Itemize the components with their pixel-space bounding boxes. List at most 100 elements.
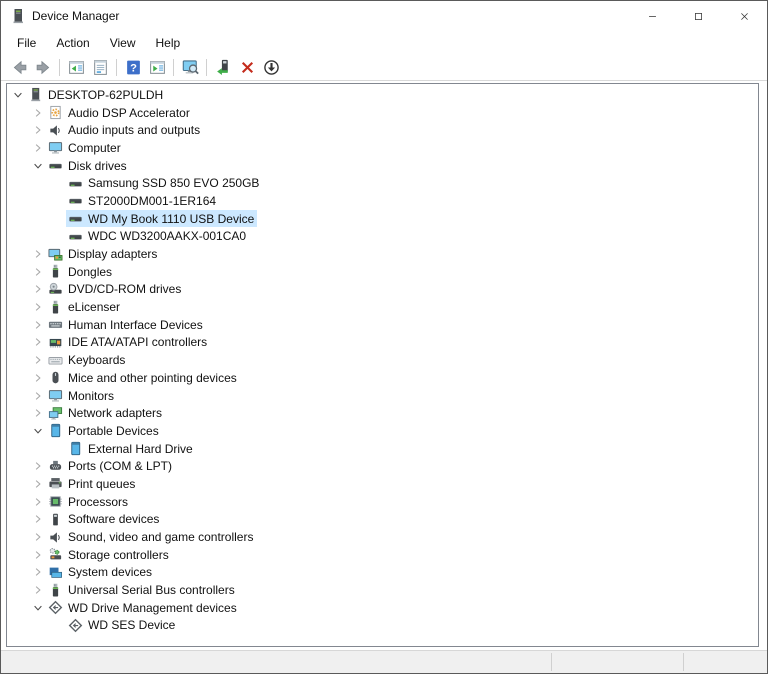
tree-item-content[interactable]: Samsung SSD 850 EVO 250GB bbox=[66, 175, 262, 192]
tree-item[interactable]: Ports (COM & LPT) bbox=[7, 457, 758, 475]
tree-item-content[interactable]: Dongles bbox=[46, 263, 115, 280]
expander-toggle[interactable] bbox=[29, 511, 46, 527]
expander-toggle[interactable] bbox=[9, 87, 26, 103]
expander-toggle[interactable] bbox=[29, 158, 46, 174]
tree-item[interactable]: IDE ATA/ATAPI controllers bbox=[7, 334, 758, 352]
tree-item-content[interactable]: Ports (COM & LPT) bbox=[46, 458, 175, 475]
tree-item-content[interactable]: Portable Devices bbox=[46, 422, 162, 439]
tree-item[interactable]: System devices bbox=[7, 564, 758, 582]
expander-toggle[interactable] bbox=[29, 122, 46, 138]
tree-item[interactable]: Portable Devices bbox=[7, 422, 758, 440]
tree-item[interactable]: Dongles bbox=[7, 263, 758, 281]
tree-item-content[interactable]: Sound, video and game controllers bbox=[46, 529, 256, 546]
tree-item-content[interactable]: Software devices bbox=[46, 511, 162, 528]
tree-item[interactable]: Network adapters bbox=[7, 404, 758, 422]
tree-item[interactable]: Disk drives bbox=[7, 157, 758, 175]
tree-item-content[interactable]: WD SES Device bbox=[66, 617, 178, 634]
maximize-button[interactable] bbox=[675, 1, 721, 31]
tree-item[interactable]: Human Interface Devices bbox=[7, 316, 758, 334]
expander-toggle[interactable] bbox=[29, 299, 46, 315]
expander-toggle[interactable] bbox=[29, 547, 46, 563]
tree-item-content[interactable]: eLicenser bbox=[46, 299, 123, 316]
tree-item[interactable]: Audio inputs and outputs bbox=[7, 121, 758, 139]
console-tree-button[interactable] bbox=[65, 56, 88, 79]
expander-toggle[interactable] bbox=[29, 494, 46, 510]
tree-item-content[interactable]: DVD/CD-ROM drives bbox=[46, 281, 184, 298]
tree-item-content[interactable]: Monitors bbox=[46, 387, 117, 404]
uninstall-device-button[interactable] bbox=[236, 56, 259, 79]
tree-item-content[interactable]: Keyboards bbox=[46, 352, 128, 369]
forward-button[interactable] bbox=[32, 56, 55, 79]
tree-item[interactable]: ST2000DM001-1ER164 bbox=[7, 192, 758, 210]
tree-item-content[interactable]: DESKTOP-62PULDH bbox=[26, 86, 166, 103]
tree-item-content[interactable]: Audio inputs and outputs bbox=[46, 122, 203, 139]
tree-item[interactable]: Samsung SSD 850 EVO 250GB bbox=[7, 174, 758, 192]
tree-item-content[interactable]: Network adapters bbox=[46, 405, 165, 422]
tree-item[interactable]: Sound, video and game controllers bbox=[7, 528, 758, 546]
expander-toggle[interactable] bbox=[29, 388, 46, 404]
tree-item-content[interactable]: WD Drive Management devices bbox=[46, 599, 240, 616]
tree-item[interactable]: Display adapters bbox=[7, 245, 758, 263]
tree-item[interactable]: DESKTOP-62PULDH bbox=[7, 86, 758, 104]
tree-item[interactable]: Storage controllers bbox=[7, 546, 758, 564]
expander-toggle[interactable] bbox=[29, 476, 46, 492]
tree-item-selected-content[interactable]: WD My Book 1110 USB Device bbox=[66, 210, 257, 227]
tree-item-content[interactable]: IDE ATA/ATAPI controllers bbox=[46, 334, 210, 351]
expander-toggle[interactable] bbox=[29, 458, 46, 474]
tree-item-content[interactable]: Universal Serial Bus controllers bbox=[46, 582, 238, 599]
tree-item[interactable]: Universal Serial Bus controllers bbox=[7, 581, 758, 599]
tree-item[interactable]: Software devices bbox=[7, 511, 758, 529]
tree-item-content[interactable]: Print queues bbox=[46, 475, 138, 492]
tree-item[interactable]: Computer bbox=[7, 139, 758, 157]
expander-toggle[interactable] bbox=[29, 246, 46, 262]
tree-item-content[interactable]: Mice and other pointing devices bbox=[46, 369, 240, 386]
expander-toggle[interactable] bbox=[29, 405, 46, 421]
expander-toggle[interactable] bbox=[29, 529, 46, 545]
tree-item[interactable]: Print queues bbox=[7, 475, 758, 493]
tree-item-content[interactable]: WDC WD3200AAKX-001CA0 bbox=[66, 228, 249, 245]
tree-item-content[interactable]: Processors bbox=[46, 493, 131, 510]
scan-hardware-button[interactable] bbox=[179, 56, 202, 79]
update-driver-button[interactable] bbox=[212, 56, 235, 79]
expander-toggle[interactable] bbox=[29, 264, 46, 280]
tree-item[interactable]: External Hard Drive bbox=[7, 440, 758, 458]
expander-toggle[interactable] bbox=[29, 105, 46, 121]
menu-action[interactable]: Action bbox=[46, 33, 99, 53]
tree-item[interactable]: eLicenser bbox=[7, 298, 758, 316]
expander-toggle[interactable] bbox=[29, 281, 46, 297]
close-button[interactable] bbox=[721, 1, 767, 31]
tree-item-content[interactable]: Audio DSP Accelerator bbox=[46, 104, 193, 121]
menu-help[interactable]: Help bbox=[146, 33, 191, 53]
expander-toggle[interactable] bbox=[29, 370, 46, 386]
help-button[interactable] bbox=[122, 56, 145, 79]
tree-item[interactable]: Processors bbox=[7, 493, 758, 511]
tree-item[interactable]: DVD/CD-ROM drives bbox=[7, 281, 758, 299]
expander-toggle[interactable] bbox=[29, 317, 46, 333]
tree-item-content[interactable]: Storage controllers bbox=[46, 546, 172, 563]
disable-device-button[interactable] bbox=[260, 56, 283, 79]
tree-item[interactable]: WD Drive Management devices bbox=[7, 599, 758, 617]
expander-toggle[interactable] bbox=[29, 334, 46, 350]
tree-item-content[interactable]: Disk drives bbox=[46, 157, 130, 174]
tree-item[interactable]: Mice and other pointing devices bbox=[7, 369, 758, 387]
expander-toggle[interactable] bbox=[29, 140, 46, 156]
tree-item-content[interactable]: ST2000DM001-1ER164 bbox=[66, 192, 219, 209]
expander-toggle[interactable] bbox=[29, 582, 46, 598]
tree-item-content[interactable]: Display adapters bbox=[46, 246, 160, 263]
expander-toggle[interactable] bbox=[29, 352, 46, 368]
action-pane-button[interactable] bbox=[146, 56, 169, 79]
back-button[interactable] bbox=[8, 56, 31, 79]
expander-toggle[interactable] bbox=[29, 423, 46, 439]
tree-item-content[interactable]: Computer bbox=[46, 139, 124, 156]
properties-button[interactable] bbox=[89, 56, 112, 79]
tree-item[interactable]: WDC WD3200AAKX-001CA0 bbox=[7, 228, 758, 246]
expander-toggle[interactable] bbox=[29, 600, 46, 616]
tree-item-content[interactable]: Human Interface Devices bbox=[46, 316, 206, 333]
menu-file[interactable]: File bbox=[7, 33, 46, 53]
tree-item[interactable]: WD SES Device bbox=[7, 617, 758, 635]
tree-item[interactable]: Monitors bbox=[7, 387, 758, 405]
expander-toggle[interactable] bbox=[29, 564, 46, 580]
tree-item-content[interactable]: External Hard Drive bbox=[66, 440, 196, 457]
tree-item-content[interactable]: System devices bbox=[46, 564, 155, 581]
tree-item[interactable]: WD My Book 1110 USB Device bbox=[7, 210, 758, 228]
